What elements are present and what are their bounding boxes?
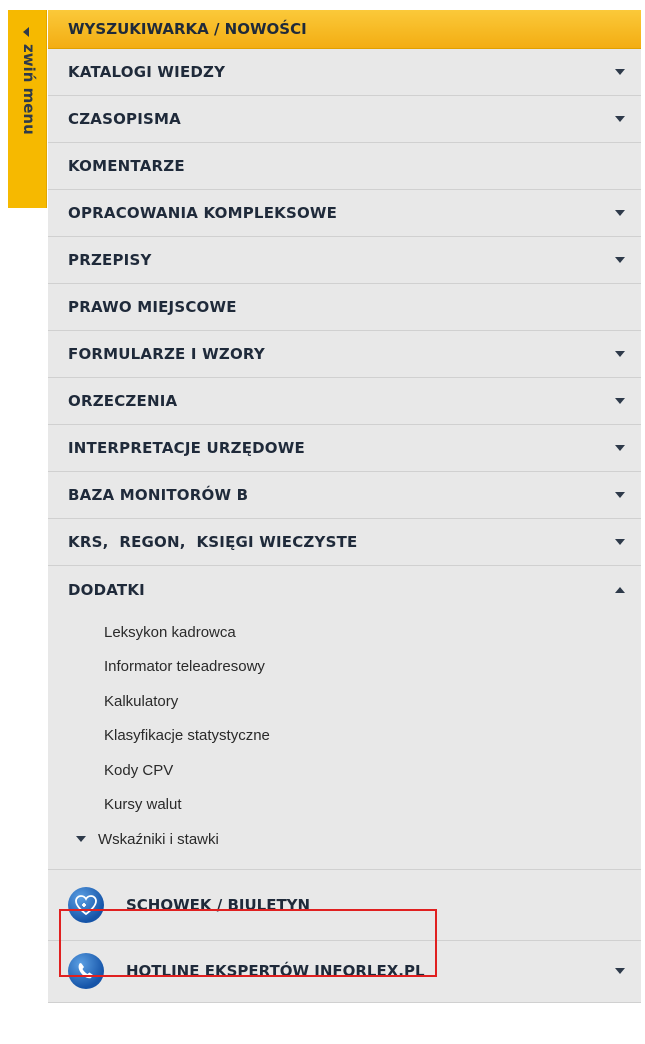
menu-item-label: BAZA MONITORÓW B	[68, 486, 249, 504]
menu-item-czasopisma[interactable]: CZASOPISMA	[48, 96, 641, 143]
menu-item-label: PRZEPISY	[68, 251, 152, 269]
submenu-item-label: Wskaźniki i stawki	[98, 830, 219, 848]
menu-item-label: DODATKI	[68, 580, 145, 599]
menu-item-label: ORZECZENIA	[68, 392, 178, 410]
hotline-ekspertow-content: HOTLINE EKSPERTÓW INFORLEX.PL	[68, 953, 425, 989]
menu-item-krs-regon[interactable]: KRS, REGON, KSIĘGI WIECZYSTE	[48, 519, 641, 566]
collapse-menu-button[interactable]: zwiń menu	[8, 10, 47, 208]
menu-item-katalogi-wiedzy[interactable]: KATALOGI WIEDZY	[48, 49, 641, 96]
chevron-down-icon[interactable]	[615, 968, 625, 974]
menu-item-label: KATALOGI WIEDZY	[68, 63, 226, 81]
chevron-up-icon[interactable]	[615, 586, 625, 593]
submenu-item-label: Kalkulatory	[104, 692, 179, 710]
menu-item-label: KOMENTARZE	[68, 157, 185, 175]
schowek-biuletyn-label: SCHOWEK / BIULETYN	[126, 895, 311, 914]
menu-item-formularze-i-wzory[interactable]: FORMULARZE I WZORY	[48, 331, 641, 378]
chevron-down-icon[interactable]	[615, 351, 625, 357]
menu-item-opracowania-kompleksowe[interactable]: OPRACOWANIA KOMPLEKSOWE	[48, 190, 641, 237]
submenu-item-label: Informator teleadresowy	[104, 658, 265, 676]
triangle-left-icon	[23, 27, 29, 37]
submenu-item-label: Klasyfikacje statystyczne	[104, 727, 270, 745]
submenu-item-label: Leksykon kadrowca	[104, 623, 236, 641]
submenu-item-kalkulatory[interactable]: Kalkulatory	[48, 684, 641, 719]
submenu-item-klasyfikacje-statystyczne[interactable]: Klasyfikacje statystyczne	[48, 719, 641, 754]
chevron-down-icon[interactable]	[76, 836, 86, 843]
menu-item-label: PRAWO MIEJSCOWE	[68, 298, 237, 316]
heart-plus-icon	[68, 886, 104, 923]
menu-item-orzeczenia[interactable]: ORZECZENIA	[48, 378, 641, 425]
menu-item-label: INTERPRETACJE URZĘDOWE	[68, 439, 305, 457]
menu-item-komentarze[interactable]: KOMENTARZE	[48, 143, 641, 190]
submenu-item-informator-teleadresowy[interactable]: Informator teleadresowy	[48, 650, 641, 685]
chevron-down-icon[interactable]	[615, 210, 625, 216]
menu-item-dodatki[interactable]: DODATKI	[48, 566, 641, 613]
heart-plus-icon-svg	[75, 894, 97, 915]
menu-item-label: FORMULARZE I WZORY	[68, 345, 265, 363]
sidebar-container: zwiń menu WYSZUKIWARKA / NOWOŚCI KATALOG…	[0, 0, 645, 1044]
chevron-down-icon[interactable]	[615, 257, 625, 263]
chevron-down-icon[interactable]	[615, 116, 625, 122]
menu-item-przepisy[interactable]: PRZEPISY	[48, 237, 641, 284]
submenu-item-leksykon-kadrowca[interactable]: Leksykon kadrowca	[48, 615, 641, 650]
schowek-biuletyn-content: SCHOWEK / BIULETYN	[68, 886, 311, 923]
menu-item-search-news[interactable]: WYSZUKIWARKA / NOWOŚCI	[48, 10, 641, 49]
schowek-biuletyn-item[interactable]: SCHOWEK / BIULETYN	[48, 869, 641, 941]
chevron-down-icon[interactable]	[615, 69, 625, 75]
submenu-item-label: Kody CPV	[104, 761, 174, 779]
hotline-ekspertow-item[interactable]: HOTLINE EKSPERTÓW INFORLEX.PL	[48, 940, 641, 1003]
chevron-down-icon[interactable]	[615, 398, 625, 404]
submenu-item-kursy-walut[interactable]: Kursy walut	[48, 788, 641, 823]
menu-item-interpretacje-urzedowe[interactable]: INTERPRETACJE URZĘDOWE	[48, 425, 641, 472]
submenu-item-kody-cpv[interactable]: Kody CPV	[48, 753, 641, 788]
menu-item-label: KRS, REGON, KSIĘGI WIECZYSTE	[68, 533, 358, 551]
menu-item-baza-monitorow[interactable]: BAZA MONITORÓW B	[48, 472, 641, 519]
menu-item-label: CZASOPISMA	[68, 110, 181, 128]
menu-item-prawo-miejscowe[interactable]: PRAWO MIEJSCOWE	[48, 284, 641, 331]
chevron-down-icon[interactable]	[615, 445, 625, 451]
menu-item-label: WYSZUKIWARKA / NOWOŚCI	[68, 20, 307, 38]
phone-icon	[68, 953, 104, 989]
phone-icon-svg	[78, 963, 93, 979]
submenu-item-label: Kursy walut	[104, 796, 182, 814]
menu-item-label: OPRACOWANIA KOMPLEKSOWE	[68, 204, 338, 222]
chevron-down-icon[interactable]	[615, 492, 625, 498]
navigation-menu: WYSZUKIWARKA / NOWOŚCI KATALOGI WIEDZY C…	[48, 10, 641, 1003]
collapse-menu-label: zwiń menu	[20, 44, 38, 135]
chevron-down-icon[interactable]	[615, 539, 625, 545]
submenu-item-wskazniki-i-stawki[interactable]: Wskaźniki i stawki	[48, 822, 641, 857]
hotline-ekspertow-label: HOTLINE EKSPERTÓW INFORLEX.PL	[126, 962, 425, 980]
dodatki-submenu: Leksykon kadrowca Informator teleadresow…	[48, 613, 641, 870]
